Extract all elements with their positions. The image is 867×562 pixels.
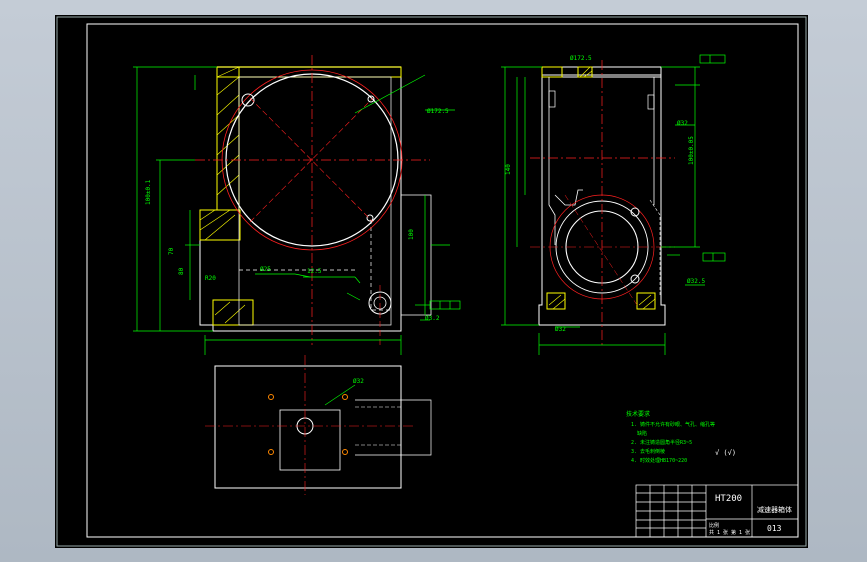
notes-line-1: 1. 铸件不允许有砂眼、气孔、缩孔等 [631, 421, 715, 428]
front-view: 100±0.1 70 80 100 Ø172.5 12.5 Ø25 Ø3.2 R… [133, 55, 461, 355]
label-center-front: 12.5 [307, 268, 322, 275]
title-sheet-label: 共 1 张 第 1 张 [709, 529, 750, 536]
side-view: 140 100±0.05 Ø172.5 Ø32 Ø32.5 Ø32 [501, 54, 726, 355]
label-hole-side-top: Ø32 [677, 120, 688, 127]
surface-roughness-symbol: √ (√) [715, 449, 736, 457]
label-bore-side: Ø172.5 [570, 55, 592, 62]
notes-line-3: 2. 未注铸造圆角半径R3~5 [631, 439, 692, 446]
notes-line-4: 3. 去毛刺倒棱 [631, 448, 665, 455]
title-scale-label: 比例 [709, 522, 719, 529]
label-top-hole: Ø32 [353, 378, 364, 385]
title-material: HT200 [715, 494, 742, 504]
drawing-sheet: 100±0.1 70 80 100 Ø172.5 12.5 Ø25 Ø3.2 R… [55, 15, 808, 548]
svg-text:70: 70 [168, 247, 175, 255]
label-radius-front: R20 [205, 275, 216, 282]
notes-line-5: 4. 时效处理HB170~220 [631, 457, 687, 464]
svg-text:140: 140 [505, 164, 512, 175]
cad-drawing: 100±0.1 70 80 100 Ø172.5 12.5 Ø25 Ø3.2 R… [56, 16, 807, 547]
notes-line-2: 缺陷 [637, 430, 647, 437]
svg-text:100±0.05: 100±0.05 [688, 136, 695, 165]
label-bore-front: Ø172.5 [427, 108, 449, 115]
front-wall-hatch [216, 66, 240, 211]
title-part-name: 减速器箱体 [757, 505, 792, 514]
svg-text:100±0.1: 100±0.1 [145, 179, 152, 205]
top-view: Ø32 [205, 355, 432, 495]
front-dimensions [133, 66, 455, 355]
technical-notes: 技术要求 1. 铸件不允许有砂眼、气孔、缩孔等 缺陷 2. 未注铸造圆角半径R3… [626, 410, 736, 464]
notes-title: 技术要求 [626, 410, 650, 418]
label-depth-front: Ø25 [260, 266, 271, 273]
label-hole-side-bot: Ø32 [555, 326, 566, 333]
label-bottom-side: Ø32.5 [687, 278, 705, 285]
svg-text:100: 100 [408, 229, 415, 240]
svg-text:80: 80 [178, 267, 185, 275]
cad-viewport: 100±0.1 70 80 100 Ø172.5 12.5 Ø25 Ø3.2 R… [0, 0, 867, 562]
label-small-front: Ø3.2 [425, 315, 440, 322]
title-drawing-number: 013 [767, 524, 782, 533]
